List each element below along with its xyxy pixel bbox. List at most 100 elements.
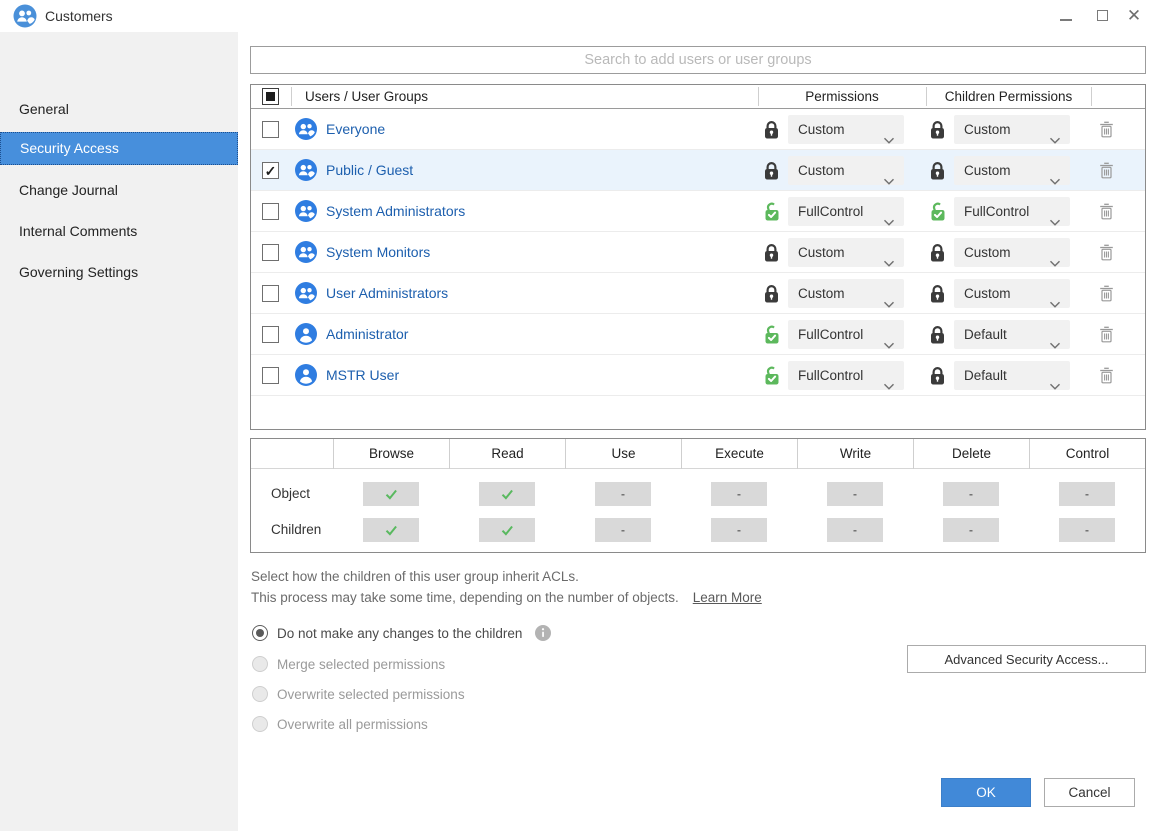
advanced-security-access-button[interactable]: Advanced Security Access... (907, 645, 1146, 673)
permission-matrix-header: BrowseReadUseExecuteWriteDeleteControl (251, 439, 1145, 469)
matrix-column-control: Control (1029, 439, 1145, 469)
cancel-button[interactable]: Cancel (1044, 778, 1135, 807)
matrix-cell-object-read[interactable] (479, 482, 535, 506)
row-checkbox[interactable] (262, 244, 279, 261)
permissions-dropdown[interactable]: FullControl (788, 361, 904, 390)
select-all-checkbox[interactable] (262, 88, 279, 105)
user-group-icon (295, 241, 317, 263)
children-permissions-value: Custom (964, 122, 1011, 137)
user-group-icon (295, 118, 317, 140)
user-group-icon (295, 282, 317, 304)
children-permissions-lock-icon[interactable] (929, 284, 947, 303)
permissions-lock-icon[interactable] (763, 284, 781, 303)
row-checkbox[interactable] (262, 121, 279, 138)
permissions-dropdown[interactable]: Custom (788, 238, 904, 267)
permissions-dropdown[interactable]: FullControl (788, 197, 904, 226)
row-checkbox[interactable]: ✓ (262, 162, 279, 179)
children-permissions-dropdown[interactable]: Custom (954, 279, 1070, 308)
matrix-cell-children-write[interactable]: - (827, 518, 883, 542)
children-permissions-lock-icon[interactable] (929, 243, 947, 262)
info-icon[interactable] (535, 625, 551, 641)
matrix-cell-object-delete[interactable]: - (943, 482, 999, 506)
matrix-cell-object-write[interactable]: - (827, 482, 883, 506)
delete-icon[interactable] (1099, 244, 1114, 261)
sidebar: General Security Access Change Journal Inte… (0, 32, 238, 831)
matrix-cell-children-execute[interactable]: - (711, 518, 767, 542)
column-header-children-permissions: Children Permissions (926, 85, 1091, 109)
user-name: System Monitors (326, 232, 430, 273)
permissions-value: FullControl (798, 327, 863, 342)
radio-label: Overwrite all permissions (277, 717, 428, 732)
matrix-cell-object-browse[interactable] (363, 482, 419, 506)
children-permissions-lock-icon[interactable] (929, 161, 947, 180)
delete-icon[interactable] (1099, 162, 1114, 179)
radio-label: Overwrite selected permissions (277, 687, 465, 702)
row-checkbox[interactable] (262, 203, 279, 220)
permissions-lock-icon[interactable] (763, 161, 781, 180)
row-checkbox[interactable] (262, 326, 279, 343)
matrix-cell-object-execute[interactable]: - (711, 482, 767, 506)
minimize-button[interactable] (1051, 0, 1081, 31)
radio-button[interactable] (252, 625, 268, 641)
learn-more-link[interactable]: Learn More (693, 590, 762, 605)
ok-button[interactable]: OK (941, 778, 1031, 807)
close-button[interactable]: ✕ (1119, 0, 1149, 31)
children-permissions-lock-icon[interactable] (929, 325, 947, 344)
row-checkbox[interactable] (262, 285, 279, 302)
delete-icon[interactable] (1099, 367, 1114, 384)
radio-label: Merge selected permissions (277, 657, 445, 672)
permissions-lock-icon[interactable] (763, 120, 781, 139)
permissions-dropdown[interactable]: FullControl (788, 320, 904, 349)
matrix-cell-children-browse[interactable] (363, 518, 419, 542)
matrix-row-label-children: Children (271, 516, 321, 544)
sidebar-item-internal-comments[interactable]: Internal Comments (0, 215, 238, 248)
permissions-unlocked-check-icon[interactable] (763, 202, 781, 221)
search-input[interactable] (250, 46, 1146, 74)
children-permissions-dropdown[interactable]: Default (954, 320, 1070, 349)
sidebar-item-general[interactable]: General (0, 93, 238, 126)
permissions-dropdown[interactable]: Custom (788, 279, 904, 308)
children-permissions-dropdown[interactable]: Custom (954, 238, 1070, 267)
permissions-lock-icon[interactable] (763, 243, 781, 262)
sidebar-item-change-journal[interactable]: Change Journal (0, 174, 238, 207)
permissions-unlocked-check-icon[interactable] (763, 366, 781, 385)
delete-icon[interactable] (1099, 203, 1114, 220)
table-row: AdministratorFullControlDefault (251, 314, 1145, 355)
sidebar-item-governing-settings[interactable]: Governing Settings (0, 256, 238, 289)
children-permissions-lock-icon[interactable] (929, 366, 947, 385)
matrix-column-execute: Execute (681, 439, 797, 469)
children-permissions-dropdown[interactable]: Default (954, 361, 1070, 390)
user-group-icon (13, 4, 37, 28)
matrix-column-use: Use (565, 439, 681, 469)
maximize-button[interactable] (1087, 0, 1117, 31)
radio-dot (256, 629, 264, 637)
permissions-dropdown[interactable]: Custom (788, 115, 904, 144)
delete-icon[interactable] (1099, 285, 1114, 302)
matrix-cell-object-control[interactable]: - (1059, 482, 1115, 506)
children-permissions-dropdown[interactable]: Custom (954, 156, 1070, 185)
children-permissions-lock-icon[interactable] (929, 120, 947, 139)
delete-icon[interactable] (1099, 326, 1114, 343)
delete-icon[interactable] (1099, 121, 1114, 138)
children-permissions-value: Custom (964, 163, 1011, 178)
permissions-dropdown[interactable]: Custom (788, 156, 904, 185)
column-header-permissions: Permissions (758, 85, 926, 109)
children-permissions-dropdown[interactable]: Custom (954, 115, 1070, 144)
matrix-cell-children-delete[interactable]: - (943, 518, 999, 542)
user-icon (295, 323, 317, 345)
matrix-column-write: Write (797, 439, 913, 469)
permissions-unlocked-check-icon[interactable] (763, 325, 781, 344)
radio-button (252, 686, 268, 702)
permissions-value: Custom (798, 245, 845, 260)
column-header-users: Users / User Groups (305, 85, 428, 109)
matrix-cell-object-use[interactable]: - (595, 482, 651, 506)
radio-button (252, 716, 268, 732)
matrix-cell-children-read[interactable] (479, 518, 535, 542)
matrix-cell-children-use[interactable]: - (595, 518, 651, 542)
children-permissions-unlocked-check-icon[interactable] (929, 202, 947, 221)
user-group-icon (295, 200, 317, 222)
children-permissions-dropdown[interactable]: FullControl (954, 197, 1070, 226)
matrix-cell-children-control[interactable]: - (1059, 518, 1115, 542)
sidebar-item-security-access[interactable]: Security Access (0, 132, 238, 165)
row-checkbox[interactable] (262, 367, 279, 384)
